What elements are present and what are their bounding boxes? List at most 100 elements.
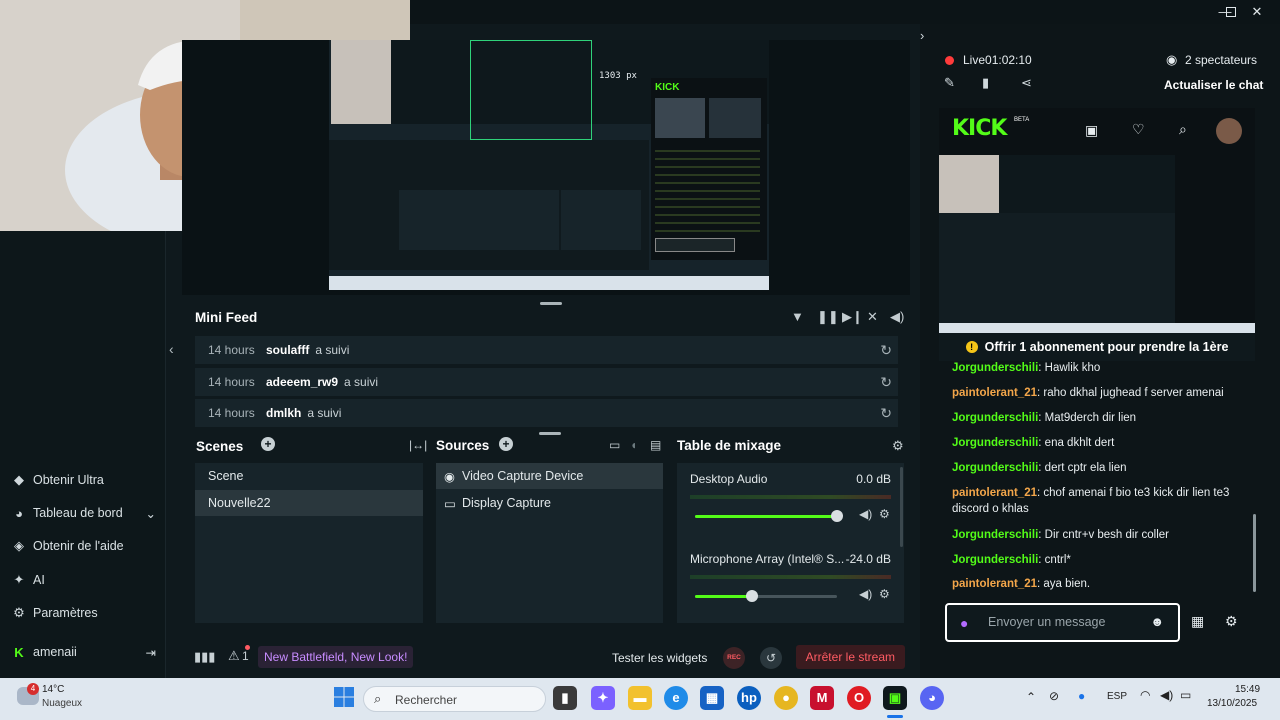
expand-chevron-icon[interactable]: › <box>920 28 924 43</box>
replay-icon[interactable]: ↻ <box>880 374 892 391</box>
opera-icon[interactable]: O <box>847 686 871 710</box>
volume-knob[interactable] <box>831 510 843 522</box>
rec-button[interactable]: REC <box>723 647 745 669</box>
speaker-icon[interactable]: ◀) <box>859 587 872 601</box>
refresh-chat-button[interactable]: Actualiser le chat <box>1164 78 1263 92</box>
promo-banner[interactable]: New Battlefield, New Look! <box>258 646 414 668</box>
chat-input[interactable]: ● Envoyer un message ☻ <box>945 603 1180 642</box>
copilot-icon[interactable]: ✦ <box>591 686 615 710</box>
stream-preview[interactable]: 1303 px KICK <box>329 40 769 290</box>
sidebar-item-dashboard[interactable]: ◕ Tableau de bord ⌄ <box>10 502 160 524</box>
clock-time[interactable]: 15:49 <box>1235 684 1260 695</box>
chat-username[interactable]: Jorgunderschili <box>952 462 1038 474</box>
gift-banner[interactable]: ! Offrir 1 abonnement pour prendre la 1è… <box>939 333 1255 361</box>
filter-icon[interactable]: ▼ <box>791 309 804 324</box>
scene-item-selected[interactable]: Nouvelle22 <box>195 490 423 516</box>
volume-slider[interactable] <box>695 590 837 602</box>
source-item-selected[interactable]: ◉ Video Capture Device <box>436 463 663 489</box>
camera-icon[interactable]: ▮ <box>982 75 989 91</box>
replay-buffer-icon[interactable]: ↺ <box>760 647 782 669</box>
chat-username[interactable]: Jorgunderschili <box>952 554 1038 566</box>
sidebar-account[interactable]: Kamenaii ⇥ <box>10 641 160 663</box>
alert-icon[interactable]: ⚠ <box>228 648 240 664</box>
battery-icon[interactable]: ▭ <box>1180 688 1191 702</box>
chat-username[interactable]: Jorgunderschili <box>952 362 1038 374</box>
embedded-stream[interactable] <box>939 155 1255 333</box>
microphone-icon[interactable]: ● <box>960 615 968 631</box>
chat-username[interactable]: Jorgunderschili <box>952 437 1038 449</box>
skip-icon[interactable]: ▶❙ <box>842 309 863 325</box>
feed-user[interactable]: dmlkh <box>266 406 301 420</box>
add-source-icon[interactable]: + <box>499 437 513 451</box>
collapse-left-icon[interactable]: ‹ <box>169 341 174 357</box>
sidebar-item-help[interactable]: ◈ Obtenir de l'aide <box>10 535 160 557</box>
chat-settings-icon[interactable]: ⚙ <box>1225 613 1238 630</box>
clock-date[interactable]: 13/10/2025 <box>1207 698 1257 709</box>
windows-start-icon[interactable] <box>332 686 356 710</box>
avatar[interactable] <box>1216 118 1242 144</box>
hp-icon[interactable]: hp <box>737 686 761 710</box>
mixer-scrollbar[interactable] <box>900 467 903 547</box>
browse-icon[interactable]: ▣ <box>1085 122 1098 139</box>
screen-icon[interactable]: ▭ <box>609 438 620 452</box>
stop-stream-button[interactable]: Arrêter le stream <box>795 645 905 669</box>
volume-icon[interactable]: ◀) <box>890 309 904 325</box>
audio-icon[interactable]: ◖ <box>630 438 637 452</box>
language-indicator[interactable]: ESP <box>1107 691 1127 702</box>
heart-icon[interactable]: ♡ <box>1132 121 1145 138</box>
microphone-icon[interactable]: ● <box>1078 689 1085 703</box>
network-off-icon[interactable]: ⊘ <box>1049 689 1059 703</box>
maximize-icon[interactable] <box>1218 0 1244 24</box>
replay-icon[interactable]: ↻ <box>880 405 892 422</box>
search-icon[interactable]: ⌕ <box>1179 121 1187 138</box>
feed-user[interactable]: adeeem_rw9 <box>266 375 338 389</box>
discord-icon[interactable]: ◕ <box>920 686 944 710</box>
mcafee-icon[interactable]: M <box>810 686 834 710</box>
volume-icon[interactable]: ◀) <box>1160 688 1173 702</box>
channel-settings-icon[interactable]: ⚙ <box>879 507 890 521</box>
folder-icon[interactable]: ▤ <box>650 438 661 452</box>
sidebar-item-ai[interactable]: ✦ AI <box>10 569 160 591</box>
file-explorer-icon[interactable]: ▬ <box>628 686 652 710</box>
task-view-icon[interactable]: ▮ <box>553 686 577 710</box>
chevron-down-icon[interactable]: ⌄ <box>195 438 203 449</box>
chat-username[interactable]: paintolerant_21 <box>952 487 1037 499</box>
kick-studio-icon[interactable]: ▣ <box>883 686 907 710</box>
close-icon[interactable]: ✕ <box>1244 0 1270 24</box>
feed-user[interactable]: soulafff <box>266 343 309 357</box>
resize-handle[interactable] <box>539 432 561 435</box>
chevron-up-icon[interactable]: ⌃ <box>1026 690 1036 704</box>
share-icon[interactable]: ⋖ <box>1021 75 1032 91</box>
chrome-icon[interactable]: ● <box>774 686 798 710</box>
sidebar-item-settings[interactable]: ⚙ Paramètres <box>10 602 160 624</box>
emoji-icon[interactable]: ☻ <box>1150 614 1164 629</box>
chat-username[interactable]: paintolerant_21 <box>952 387 1037 399</box>
transition-icon[interactable]: |↔| <box>409 438 427 452</box>
volume-slider[interactable] <box>695 510 843 522</box>
kick-logo[interactable]: KICK <box>952 116 1007 141</box>
edit-icon[interactable]: ✎ <box>944 75 955 91</box>
chat-scrollbar[interactable] <box>1253 514 1256 592</box>
chat-username[interactable]: paintolerant_21 <box>952 578 1037 590</box>
stats-icon[interactable]: ▮▮▮ <box>194 649 215 665</box>
pause-icon[interactable]: ❚❚ <box>817 309 839 325</box>
channel-settings-icon[interactable]: ⚙ <box>879 587 890 601</box>
chat-username[interactable]: Jorgunderschili <box>952 412 1038 424</box>
volume-knob[interactable] <box>745 590 758 602</box>
logout-icon[interactable]: ⇥ <box>146 645 156 660</box>
chevron-down-icon[interactable]: ⌄ <box>146 506 156 521</box>
edge-icon[interactable]: e <box>664 686 688 710</box>
mute-alerts-icon[interactable]: ✕ <box>867 309 878 325</box>
wifi-icon[interactable]: ◠ <box>1140 688 1150 702</box>
chat-username[interactable]: Jorgunderschili <box>952 529 1038 541</box>
store-icon[interactable]: ▦ <box>700 686 724 710</box>
taskbar-search[interactable]: ⌕ Rechercher <box>363 686 546 712</box>
speaker-icon[interactable]: ◀) <box>859 507 872 521</box>
test-widgets-link[interactable]: Tester les widgets <box>612 651 707 665</box>
add-scene-icon[interactable]: + <box>261 437 275 451</box>
scene-item[interactable]: Scene <box>195 463 423 489</box>
replay-icon[interactable]: ↻ <box>880 342 892 359</box>
sidebar-item-ultra[interactable]: ◆ Obtenir Ultra <box>10 469 160 491</box>
source-item[interactable]: ▭ Display Capture <box>436 490 663 516</box>
mixer-settings-icon[interactable]: ⚙ <box>892 438 904 454</box>
